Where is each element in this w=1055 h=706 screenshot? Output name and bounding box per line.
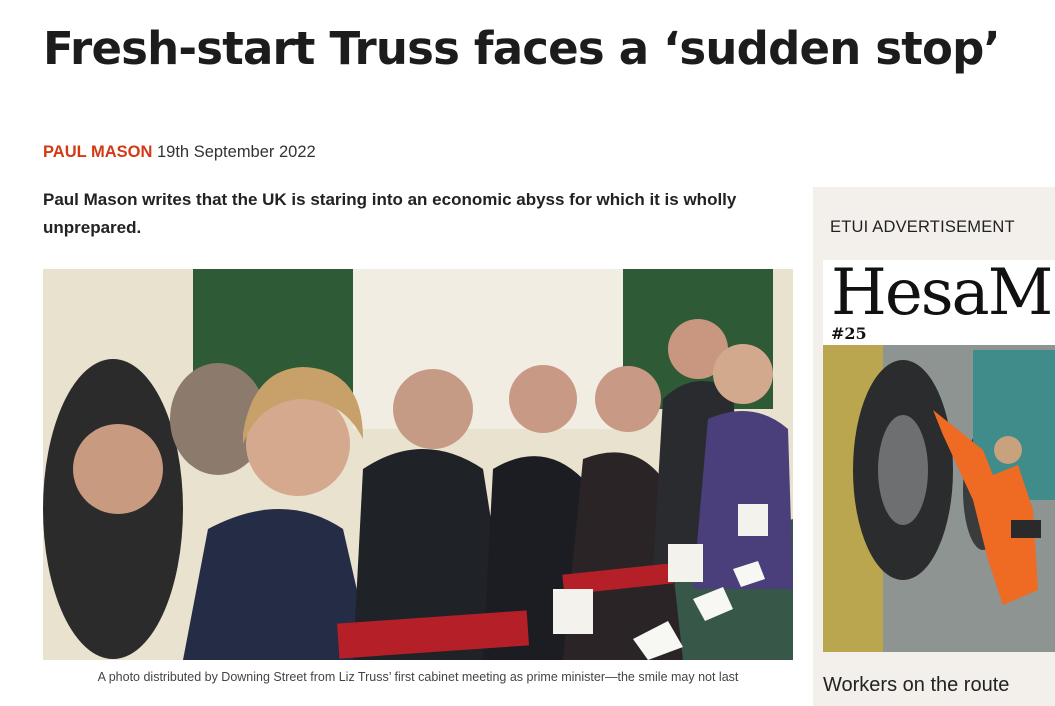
article-headline: Fresh-start Truss faces a ‘sudden stop’ <box>43 22 1001 75</box>
publish-date: 19th September 2022 <box>157 143 316 161</box>
advertisement-sidebar: ETUI ADVERTISEMENT HesaM #25 Workers on … <box>813 187 1055 706</box>
magazine-title: HesaM <box>831 260 1053 330</box>
author-link[interactable]: PAUL MASON <box>43 143 152 161</box>
ad-label: ETUI ADVERTISEMENT <box>830 218 1015 236</box>
byline: PAUL MASON 19th September 2022 <box>43 143 316 162</box>
article-photo <box>43 269 793 660</box>
photo-caption: A photo distributed by Downing Street fr… <box>97 670 739 684</box>
ad-teaser-link[interactable]: Workers on the route <box>823 674 1009 697</box>
magazine-issue-number: #25 <box>831 324 867 343</box>
magazine-cover-ad[interactable]: HesaM #25 <box>823 260 1055 652</box>
article-standfirst: Paul Mason writes that the UK is staring… <box>43 190 737 237</box>
